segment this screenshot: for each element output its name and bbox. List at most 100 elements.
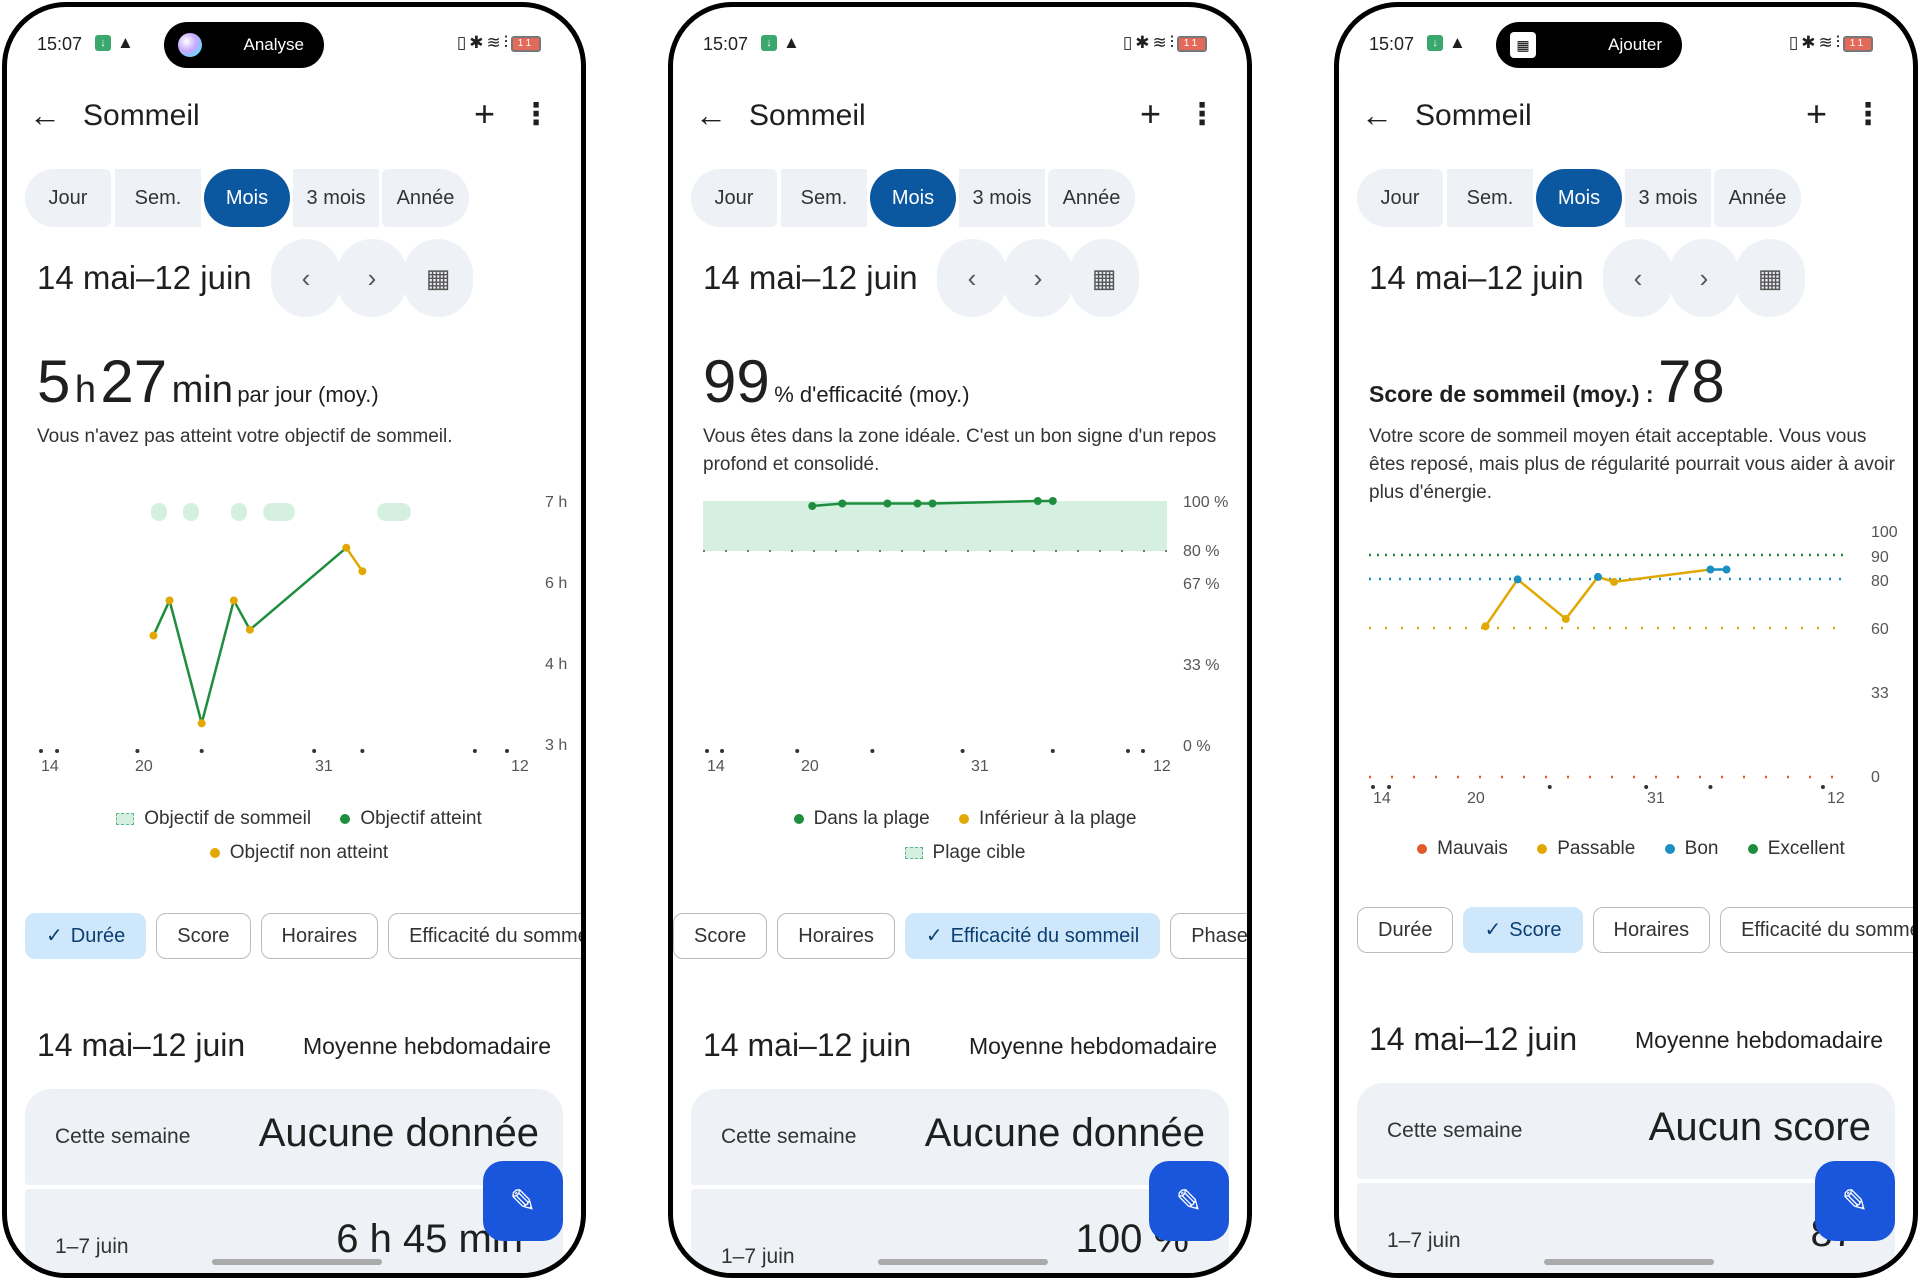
chip-efficacite[interactable]: Efficacité du sommeil [1720,907,1913,953]
empty-day-marker [1141,749,1145,753]
legend-poor: Mauvais [1417,832,1508,866]
empty-day-marker [472,749,477,753]
tab-annee[interactable]: Année [382,169,469,227]
series-line-segment [1564,576,1599,620]
home-indicator[interactable] [1544,1259,1714,1265]
assistant-chat-icon[interactable]: ✎ [1149,1161,1229,1241]
data-point [197,719,206,728]
chip-horaires[interactable]: Horaires [260,913,379,959]
this-week-card[interactable]: Cette semaine Aucun score [1357,1083,1895,1179]
y-tick-label: 80 % [1183,543,1219,560]
calendar-icon[interactable]: ▦ [403,239,473,317]
data-point [1561,614,1570,623]
add-icon[interactable]: + [1806,93,1827,135]
tab-sem[interactable]: Sem. [1447,169,1533,227]
more-options-icon[interactable]: ⋮ [1853,97,1883,132]
add-icon[interactable]: + [474,93,495,135]
assistant-chat-icon[interactable]: ✎ [1815,1161,1895,1241]
this-week-card[interactable]: Cette semaine Aucune donnée [25,1089,563,1185]
home-indicator[interactable] [212,1259,382,1265]
next-chevron-icon[interactable]: › [1003,239,1073,317]
tab-jour[interactable]: Jour [1357,169,1443,227]
score-chart: 100 90 80 60 33 0 14 20 31 12 [1369,524,1898,807]
tab-sem[interactable]: Sem. [115,169,201,227]
ajouter-pill[interactable]: ▦ Ajouter [1496,22,1682,68]
back-arrow-icon[interactable]: ← [695,97,727,134]
tab-sem[interactable]: Sem. [781,169,867,227]
date-range: 14 mai–12 juin [703,259,918,296]
data-point [229,596,238,605]
assistant-chat-icon[interactable]: ✎ [483,1161,563,1241]
system-icons: ▯✱≋⫶ 11 [457,33,541,53]
empty-day-marker [870,749,875,753]
chip-score[interactable]: Score [156,913,251,959]
tab-jour[interactable]: Jour [691,169,777,227]
date-row: 14 mai–12 juin ‹ › ▦ [7,239,581,319]
duration-metric: 5 h 27 min par jour (moy.) [37,347,379,416]
chip-duree[interactable]: ✓ Durée [25,913,147,959]
data-point [1722,565,1731,574]
legend-not-met: Objectif non atteint [209,836,388,870]
chip-phases[interactable]: Phases [1170,913,1247,959]
empty-day-marker [312,749,317,753]
tab-3-mois[interactable]: 3 mois [293,169,379,227]
prev-chevron-icon[interactable]: ‹ [271,239,341,317]
calendar-icon[interactable]: ▦ [1735,239,1805,317]
empty-day-marker [505,749,509,753]
status-time: 15:07 [37,34,83,54]
next-chevron-icon[interactable]: › [1669,239,1739,317]
download-icon: ↓ [1427,35,1443,51]
system-icons: ▯✱≋⫶ 11 [1789,33,1873,53]
chip-score[interactable]: ✓ Score [1463,907,1583,953]
metric-description: Votre score de sommeil moyen était accep… [1369,426,1895,503]
green-dot-icon [793,813,804,824]
prev-chevron-icon[interactable]: ‹ [937,239,1007,317]
chip-score[interactable]: Score [673,913,768,959]
status-bar: 15:07 ↓ ▲ Analyse ▯✱≋⫶ 11 [7,7,581,77]
data-point [1048,497,1057,505]
next-chevron-icon[interactable]: › [337,239,407,317]
prev-chevron-icon[interactable]: ‹ [1603,239,1673,317]
chip-horaires[interactable]: Horaires [1592,907,1711,953]
chart-legend: Dans la plage Inférieur à la plage Plage… [673,802,1247,870]
x-tick-label: 12 [1827,790,1845,807]
tab-jour[interactable]: Jour [25,169,111,227]
add-icon[interactable]: + [1140,93,1161,135]
back-arrow-icon[interactable]: ← [1361,97,1393,134]
tab-annee[interactable]: Année [1714,169,1801,227]
data-point [1706,565,1715,574]
empty-day-marker [1050,749,1055,753]
empty-day-marker [1387,785,1392,789]
phone-screen-duration: 15:07 ↓ ▲ Analyse ▯✱≋⫶ 11 ← Sommeil + ⋮ J… [2,2,586,1278]
metric-description: Vous n'avez pas atteint votre objectif d… [37,426,453,447]
data-point [883,499,892,508]
chip-duree[interactable]: Durée [1357,907,1454,953]
x-tick-label: 14 [1373,790,1391,807]
more-options-icon[interactable]: ⋮ [521,97,551,132]
tab-mois[interactable]: Mois [1536,169,1622,227]
data-point [838,499,847,508]
metric-label: Score de sommeil (moy.) : [1369,381,1654,407]
empty-day-marker [39,749,43,753]
analyse-pill[interactable]: Analyse [164,22,324,68]
series-line-segment [168,600,203,724]
more-options-icon[interactable]: ⋮ [1187,97,1217,132]
tab-annee[interactable]: Année [1048,169,1135,227]
chip-efficacite[interactable]: ✓ Efficacité du sommeil [904,913,1161,959]
this-week-card[interactable]: Cette semaine Aucune donnée [691,1089,1229,1185]
calendar-icon[interactable]: ▦ [1069,239,1139,317]
tab-mois[interactable]: Mois [870,169,956,227]
chip-horaires[interactable]: Horaires [777,913,895,959]
tab-mois[interactable]: Mois [204,169,290,227]
empty-day-marker [795,749,800,753]
back-arrow-icon[interactable]: ← [29,97,61,134]
metric-chips: Durée ✓ Score Horaires Efficacité du sommeil [1357,907,1913,953]
data-point [928,499,937,508]
chip-efficacite[interactable]: Efficacité du sommeil [388,913,581,959]
tab-3-mois[interactable]: 3 mois [959,169,1045,227]
date-row: 14 mai–12 juin ‹ › ▦ [673,239,1247,319]
home-indicator[interactable] [878,1259,1048,1265]
data-point [342,543,351,552]
tab-3-mois[interactable]: 3 mois [1625,169,1711,227]
empty-day-marker [1125,749,1130,753]
